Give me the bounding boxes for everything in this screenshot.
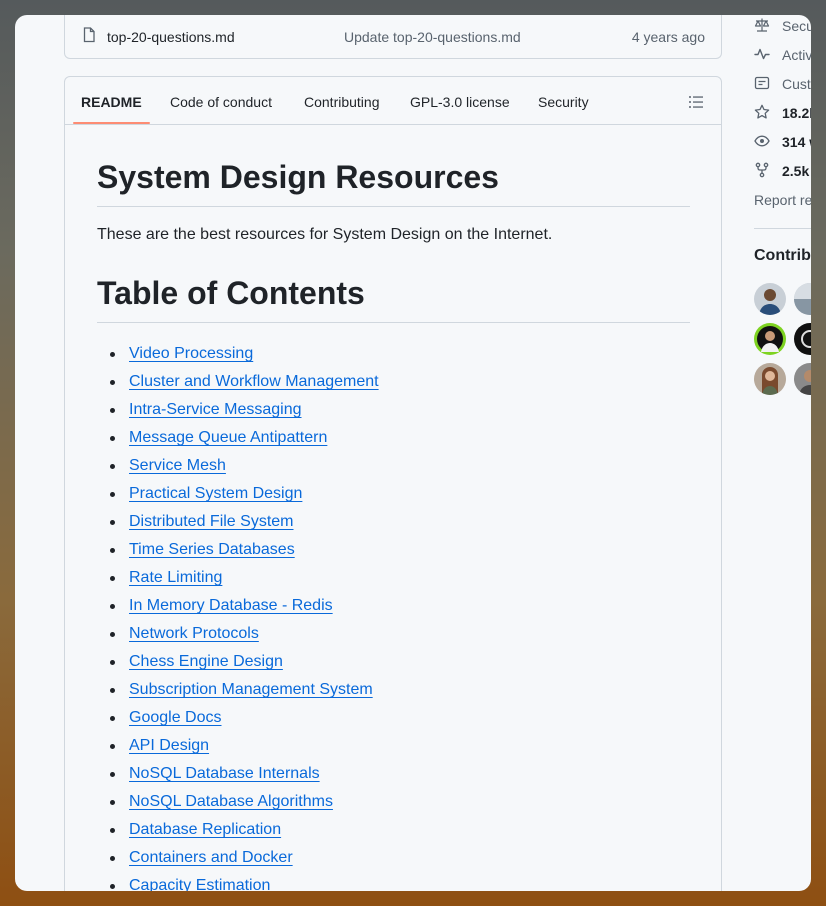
pulse-icon <box>754 48 770 60</box>
toc-link[interactable]: Service Mesh <box>129 457 226 474</box>
readme-intro: These are the best resources for System … <box>97 226 553 243</box>
toc-link[interactable]: Practical System Design <box>129 485 302 502</box>
toc-link[interactable]: Chess Engine Design <box>129 653 283 670</box>
browser-window: top-20-questions.md Update top-20-questi… <box>15 15 811 891</box>
tab-security[interactable]: Security <box>538 94 589 110</box>
file-commit-age: 4 years ago <box>631 29 705 45</box>
toc-link[interactable]: Subscription Management System <box>129 681 373 698</box>
avatar[interactable] <box>794 363 811 395</box>
toc-link[interactable]: Cluster and Workflow Management <box>129 373 379 390</box>
toc-item: Google Docs <box>110 704 690 732</box>
tab-code-of-conduct[interactable]: Code of conduct <box>170 94 272 110</box>
toc-item: Intra-Service Messaging <box>110 396 690 424</box>
toc-item: NoSQL Database Internals <box>110 760 690 788</box>
avatar[interactable] <box>754 283 786 315</box>
toc-item: Service Mesh <box>110 452 690 480</box>
toc-link[interactable]: In Memory Database - Redis <box>129 597 333 614</box>
report-repository-link[interactable]: Report repository <box>754 192 811 208</box>
toc-link[interactable]: Capacity Estimation <box>129 877 270 891</box>
file-list-row[interactable]: top-20-questions.md Update top-20-questi… <box>64 15 722 59</box>
fork-icon <box>755 162 769 178</box>
file-icon <box>83 27 95 43</box>
tab-contributing[interactable]: Contributing <box>304 94 380 110</box>
scale-icon <box>754 18 770 32</box>
toc-item: Subscription Management System <box>110 676 690 704</box>
outline-list-icon[interactable] <box>688 94 704 110</box>
toc-list: Video Processing Cluster and Workflow Ma… <box>97 340 690 891</box>
toc-item: Cluster and Workflow Management <box>110 368 690 396</box>
toc-link[interactable]: Database Replication <box>129 821 281 838</box>
tab-readme[interactable]: README <box>81 94 142 110</box>
eye-icon <box>754 135 770 147</box>
toc-link[interactable]: Distributed File System <box>129 513 294 530</box>
toc-link[interactable]: Containers and Docker <box>129 849 293 866</box>
toc-item: Containers and Docker <box>110 844 690 872</box>
sidebar-divider <box>754 228 811 229</box>
toc-item: Chess Engine Design <box>110 648 690 676</box>
readme-panel: README Code of conduct Contributing GPL-… <box>64 76 722 891</box>
toc-item: Time Series Databases <box>110 536 690 564</box>
toc-item: Message Queue Antipattern <box>110 424 690 452</box>
toc-item: Video Processing <box>110 340 690 368</box>
toc-item: Capacity Estimation <box>110 872 690 891</box>
avatar[interactable] <box>754 323 786 355</box>
toc-item: In Memory Database - Redis <box>110 592 690 620</box>
toc-item: Practical System Design <box>110 480 690 508</box>
toc-item: Distributed File System <box>110 508 690 536</box>
readme-tabbar: README Code of conduct Contributing GPL-… <box>65 77 721 125</box>
avatar[interactable] <box>794 283 811 315</box>
avatar[interactable] <box>794 323 811 355</box>
toc-link[interactable]: API Design <box>129 737 209 754</box>
contributors-heading[interactable]: Contributors <box>754 247 811 265</box>
toc-item: NoSQL Database Algorithms <box>110 788 690 816</box>
toc-heading: Table of Contents <box>97 273 690 323</box>
toc-item: Database Replication <box>110 816 690 844</box>
star-icon <box>754 104 770 119</box>
tab-license[interactable]: GPL-3.0 license <box>410 94 510 110</box>
toc-link[interactable]: Rate Limiting <box>129 569 222 586</box>
toc-item: Network Protocols <box>110 620 690 648</box>
toc-item: API Design <box>110 732 690 760</box>
active-tab-indicator <box>73 122 150 124</box>
toc-link[interactable]: Time Series Databases <box>129 541 295 558</box>
avatar[interactable] <box>754 363 786 395</box>
toc-link[interactable]: Message Queue Antipattern <box>129 429 327 446</box>
readme-content: System Design Resources These are the be… <box>97 125 690 891</box>
repo-sidebar: Security Activity Custom properties 18.2… <box>754 15 811 891</box>
toc-link[interactable]: Network Protocols <box>129 625 259 642</box>
toc-link[interactable]: NoSQL Database Algorithms <box>129 793 333 810</box>
file-commit-message[interactable]: Update top-20-questions.md <box>344 29 521 45</box>
toc-link[interactable]: Video Processing <box>129 345 253 362</box>
custom-properties-icon <box>754 76 770 90</box>
toc-item: Rate Limiting <box>110 564 690 592</box>
toc-link[interactable]: NoSQL Database Internals <box>129 765 320 782</box>
toc-link[interactable]: Intra-Service Messaging <box>129 401 302 418</box>
toc-link[interactable]: Google Docs <box>129 709 222 726</box>
file-name-link[interactable]: top-20-questions.md <box>107 29 235 45</box>
readme-title: System Design Resources <box>97 157 690 207</box>
